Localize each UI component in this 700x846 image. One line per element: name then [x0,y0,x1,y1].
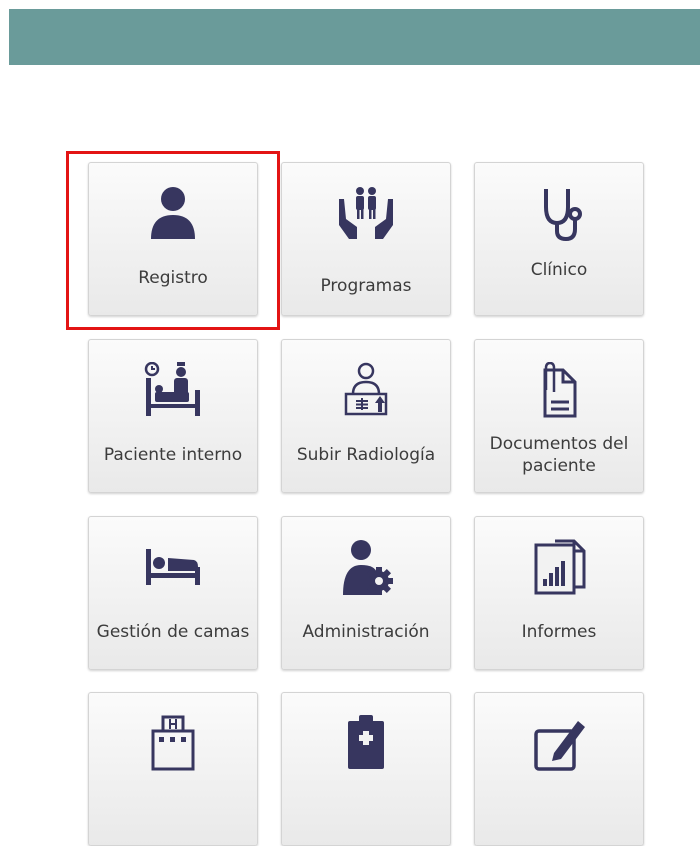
admin-gear-icon [282,539,450,595]
tile-informes[interactable]: Informes [474,516,644,670]
tile-clipboard[interactable] [281,692,451,846]
tile-gestion-de-camas[interactable]: Gestión de camas [88,516,258,670]
tile-label: Paciente interno [103,445,243,465]
stethoscope-icon [475,185,643,241]
family-hands-icon [282,185,450,241]
tile-administracion[interactable]: Administración [281,516,451,670]
edit-icon [475,715,643,771]
tile-label: Clínico [530,260,588,280]
tile-clinico[interactable]: Clínico [474,162,644,316]
user-icon [89,185,257,241]
tile-label: Programas [320,276,412,296]
tile-edit[interactable] [474,692,644,846]
tile-label [286,775,446,841]
tile-label: Informes [521,622,597,642]
tile-label: Gestión de camas [96,622,250,642]
tile-registro[interactable]: Registro [88,162,258,316]
inpatient-bed-icon [89,362,257,418]
bed-icon [89,539,257,595]
document-attachment-icon [475,362,643,418]
tile-documentos-del-paciente[interactable]: Documentos del paciente [474,339,644,493]
tile-label [93,775,253,841]
tile-label: Subir Radiología [296,445,436,465]
tile-paciente-interno[interactable]: Paciente interno [88,339,258,493]
radiology-upload-icon [282,362,450,418]
clipboard-medical-icon [282,715,450,771]
tile-subir-radiologia[interactable]: Subir Radiología [281,339,451,493]
tile-label: Registro [138,268,208,288]
tile-label: Documentos del paciente [489,434,629,476]
module-grid: Registro Programas Clínico Paciente inte… [0,0,700,846]
reports-icon [475,539,643,595]
tile-programas[interactable]: Programas [281,162,451,316]
hospital-icon [89,715,257,771]
tile-label [479,775,639,841]
tile-hospital[interactable] [88,692,258,846]
tile-label: Administración [302,622,430,642]
